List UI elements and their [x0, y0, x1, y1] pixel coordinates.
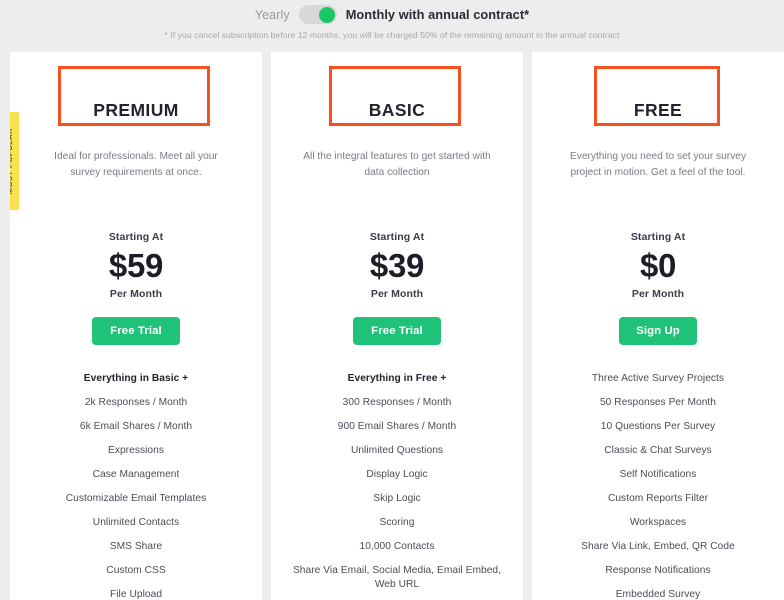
plan-name-container-premium: PREMIUM: [22, 80, 250, 140]
toggle-knob: [319, 6, 336, 23]
plan-description-premium: Ideal for professionals. Meet all your s…: [54, 151, 218, 178]
feature-item: Share Via Email, Social Media, Email Emb…: [292, 565, 502, 590]
feature-item: Scoring: [379, 517, 415, 528]
feature-item: Share Via Link, Embed, QR Code: [581, 541, 735, 552]
feature-list-premium: Everything in Basic + 2k Responses / Mont…: [22, 367, 250, 600]
free-trial-button-premium[interactable]: Free Trial: [92, 317, 180, 345]
price-block-free: Starting At $0 Per Month: [544, 231, 772, 300]
period-label-premium: Per Month: [109, 288, 163, 300]
starting-at-label-basic: Starting At: [369, 231, 425, 243]
billing-period-header: Yearly Monthly with annual contract* * I…: [0, 0, 784, 52]
pricing-card-free: FREE Everything you need to set your sur…: [532, 52, 784, 600]
price-block-premium: Starting At $59 Per Month: [22, 231, 250, 300]
plan-description-free: Everything you need to set your survey p…: [569, 151, 747, 178]
feature-item: Self Notifications: [619, 469, 697, 480]
price-block-basic: Starting At $39 Per Month: [283, 231, 511, 300]
feature-item: 6k Email Shares / Month: [79, 421, 193, 432]
billing-toggle-row: Yearly Monthly with annual contract*: [0, 5, 784, 24]
cta-container-premium: Free Trial: [22, 317, 250, 345]
feature-item: SMS Share: [109, 541, 163, 552]
feature-item: Custom CSS: [106, 565, 166, 576]
period-label-free: Per Month: [631, 288, 685, 300]
period-label-basic: Per Month: [370, 288, 424, 300]
most-popular-ribbon: MOST POPULAR: [10, 112, 19, 210]
feature-item: Customizable Email Templates: [65, 493, 207, 504]
billing-disclaimer: * If you cancel subscription before 12 m…: [164, 30, 620, 40]
feature-item: 900 Email Shares / Month: [337, 421, 457, 432]
feature-item: 300 Responses / Month: [342, 397, 452, 408]
feature-item: Unlimited Contacts: [92, 517, 180, 528]
feature-item: Case Management: [92, 469, 180, 480]
billing-toggle-yearly-label[interactable]: Yearly: [255, 8, 290, 22]
feature-list-heading: Everything in Basic +: [83, 373, 189, 384]
billing-toggle-monthly-label[interactable]: Monthly with annual contract*: [346, 7, 529, 22]
feature-item: Skip Logic: [373, 493, 421, 504]
feature-item: 10 Questions Per Survey: [600, 421, 716, 432]
feature-item: Display Logic: [366, 469, 428, 480]
cta-container-free: Sign Up: [544, 317, 772, 345]
feature-item: Custom Reports Filter: [607, 493, 709, 504]
pricing-plans-container: MOST POPULAR PREMIUM Ideal for professio…: [0, 52, 784, 600]
feature-item: 10,000 Contacts: [359, 541, 435, 552]
starting-at-label-premium: Starting At: [108, 231, 164, 243]
feature-list-heading: Everything in Free +: [347, 373, 447, 384]
billing-period-toggle[interactable]: [298, 5, 337, 24]
feature-item: 2k Responses / Month: [84, 397, 188, 408]
feature-item: Three Active Survey Projects: [591, 373, 725, 384]
sign-up-button-free[interactable]: Sign Up: [619, 317, 697, 345]
feature-item: Expressions: [107, 445, 165, 456]
free-trial-button-basic[interactable]: Free Trial: [353, 317, 441, 345]
feature-item: 50 Responses Per Month: [599, 397, 717, 408]
feature-list-basic: Everything in Free + 300 Responses / Mont…: [283, 367, 511, 600]
price-premium: $59: [108, 247, 164, 284]
plan-name-free: FREE: [633, 99, 683, 120]
feature-item: Workspaces: [629, 517, 687, 528]
pricing-card-premium: MOST POPULAR PREMIUM Ideal for professio…: [10, 52, 262, 600]
plan-name-premium: PREMIUM: [93, 99, 179, 120]
cta-container-basic: Free Trial: [283, 317, 511, 345]
plan-name-container-free: FREE: [544, 80, 772, 140]
plan-name-container-basic: BASIC: [283, 80, 511, 140]
feature-item: Classic & Chat Surveys: [604, 445, 712, 456]
feature-item: Embedded Survey: [615, 589, 701, 600]
plan-description-basic: All the integral features to get started…: [303, 151, 491, 178]
feature-item: Response Notifications: [605, 565, 711, 576]
feature-item: File Upload: [109, 589, 163, 600]
most-popular-label: MOST POPULAR: [10, 127, 14, 195]
feature-list-free: Three Active Survey Projects 50 Responses…: [544, 367, 772, 600]
price-free: $0: [639, 247, 677, 284]
price-basic: $39: [369, 247, 425, 284]
pricing-card-basic: BASIC All the integral features to get s…: [271, 52, 523, 600]
feature-item: Unlimited Questions: [350, 445, 444, 456]
starting-at-label-free: Starting At: [630, 231, 686, 243]
plan-name-basic: BASIC: [368, 99, 426, 120]
